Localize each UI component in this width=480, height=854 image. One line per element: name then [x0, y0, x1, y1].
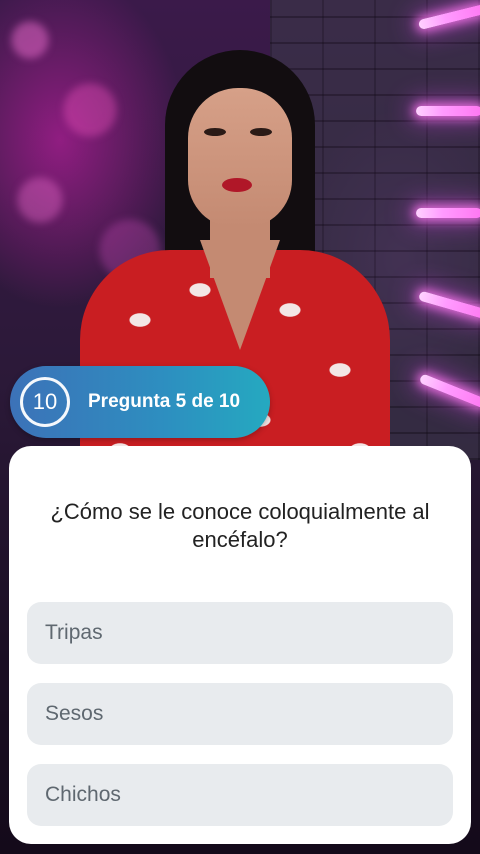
answer-option-label: Sesos — [45, 702, 104, 725]
presenter-eye — [250, 128, 272, 136]
answer-option-sesos[interactable]: Sesos — [27, 683, 453, 745]
question-progress-label: Pregunta 5 de 10 — [88, 391, 241, 412]
neon-light — [416, 106, 480, 116]
answer-option-tripas[interactable]: Tripas — [27, 602, 453, 664]
question-card: ¿Cómo se le conoce coloquialmente al enc… — [9, 446, 471, 844]
question-text: ¿Cómo se le conoce coloquialmente al enc… — [50, 499, 430, 552]
countdown-timer: 10 — [20, 377, 70, 427]
presenter-face — [188, 88, 292, 228]
answer-option-label: Chichos — [45, 783, 121, 806]
question-progress-pill: 10 Pregunta 5 de 10 — [10, 366, 270, 438]
answer-option-label: Tripas — [45, 621, 103, 644]
presenter-lips — [222, 178, 252, 192]
neon-light — [416, 208, 480, 218]
presenter-eye — [204, 128, 226, 136]
quiz-screen: 10 Pregunta 5 de 10 ¿Cómo se le conoce c… — [0, 0, 480, 854]
answer-option-chichos[interactable]: Chichos — [27, 764, 453, 826]
